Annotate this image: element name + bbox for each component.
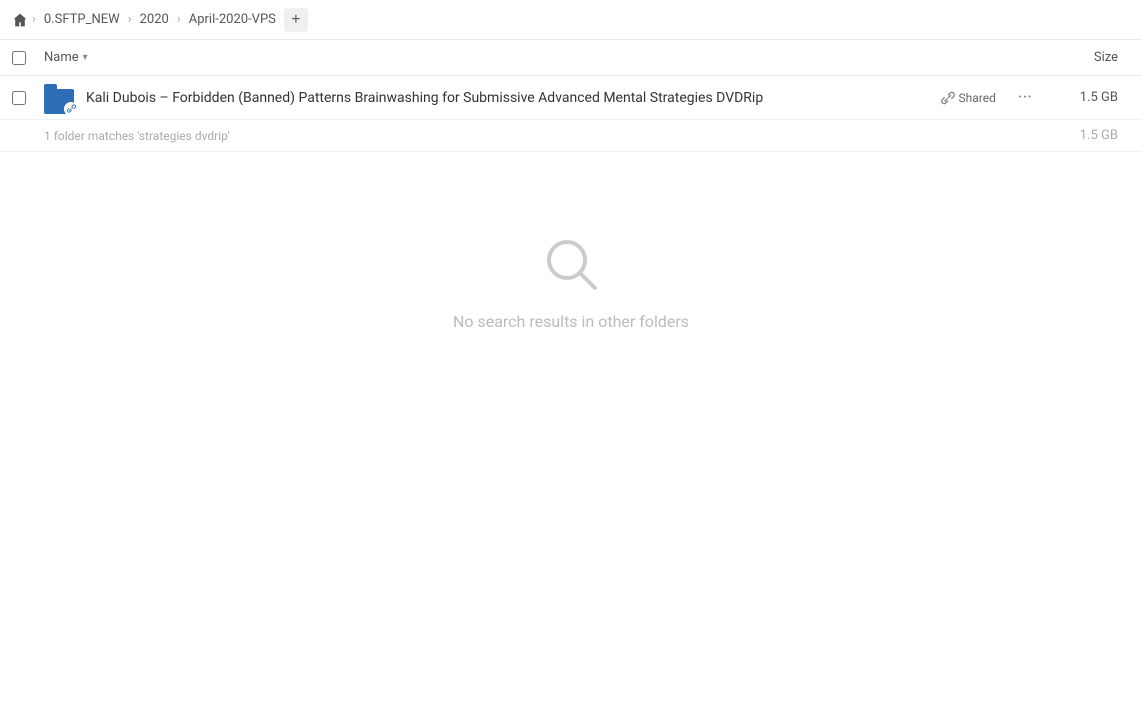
breadcrumb-sep-2: › [177,12,181,27]
summary-row: 1 folder matches 'strategies dvdrip' 1.5… [0,120,1142,152]
file-checkbox[interactable] [12,91,26,105]
name-sort-chevron: ▾ [83,52,88,63]
file-size-value: 1.5 GB [1050,90,1130,105]
breadcrumb-sep-0: › [32,12,36,27]
summary-text: 1 folder matches 'strategies dvdrip' [44,129,1050,143]
add-tab-button[interactable]: + [284,8,308,32]
breadcrumb-item-sftp[interactable]: 0.SFTP_NEW [40,10,124,29]
shared-link-icon [941,91,955,105]
breadcrumb-item-2020[interactable]: 2020 [136,10,173,29]
empty-state: No search results in other folders [0,152,1142,371]
file-actions-menu[interactable]: ··· [1012,85,1038,110]
name-column-header[interactable]: Name ▾ [44,50,1050,65]
breadcrumb-sep-1: › [128,12,132,27]
no-results-icon [539,232,603,296]
select-all-checkbox-wrapper[interactable] [12,51,36,65]
breadcrumb-bar: › 0.SFTP_NEW › 2020 › April-2020-VPS + [0,0,1142,40]
breadcrumb-item-april[interactable]: April-2020-VPS [185,10,280,29]
link-badge-icon [67,104,76,113]
file-folder-icon [44,82,76,114]
home-icon [12,12,28,28]
no-results-message: No search results in other folders [453,312,689,331]
select-all-checkbox[interactable] [12,51,26,65]
shared-label: Shared [959,91,996,105]
file-row[interactable]: Kali Dubois – Forbidden (Banned) Pattern… [0,76,1142,120]
file-checkbox-wrapper[interactable] [12,91,36,105]
summary-size: 1.5 GB [1050,128,1130,143]
name-column-label: Name [44,50,79,65]
column-header-row: Name ▾ Size [0,40,1142,76]
home-breadcrumb[interactable] [12,12,28,28]
shared-badge: Shared [941,91,996,105]
size-column-header: Size [1050,50,1130,65]
file-name-label: Kali Dubois – Forbidden (Banned) Pattern… [86,90,941,106]
more-options-button[interactable]: ··· [1012,85,1038,110]
